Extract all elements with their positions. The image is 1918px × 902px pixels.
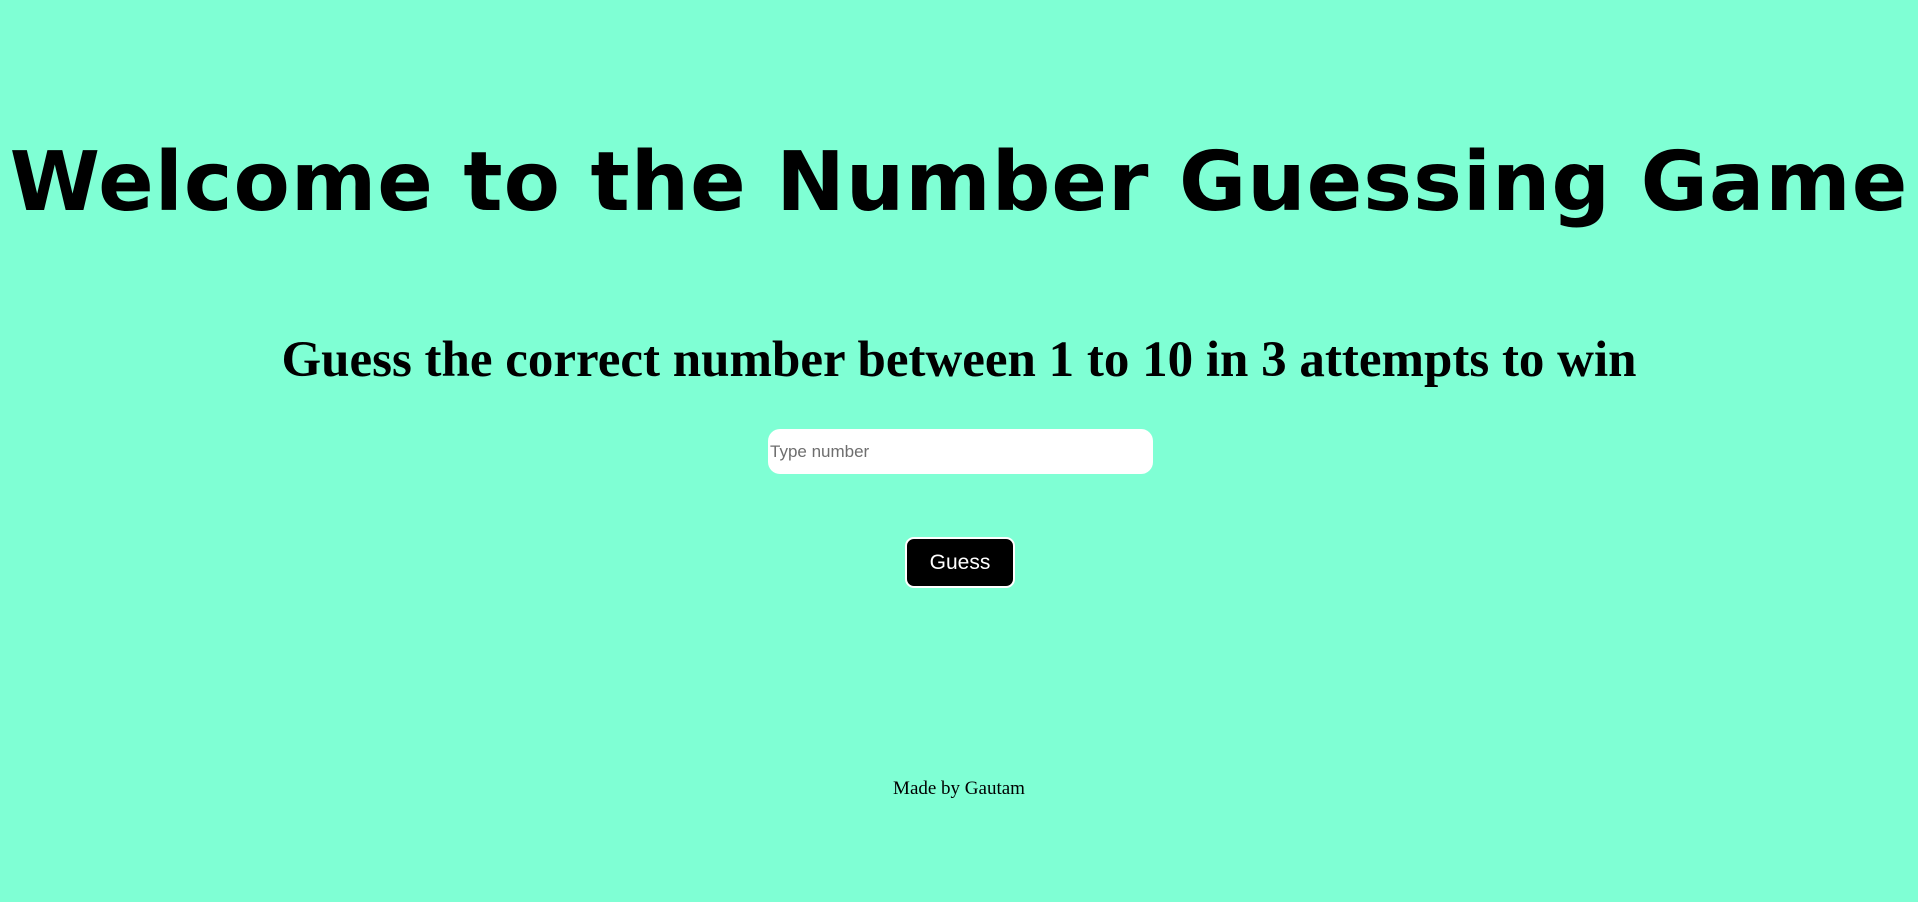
guess-number-input[interactable]: [768, 429, 1153, 474]
guess-button[interactable]: Guess: [905, 537, 1015, 588]
page-title: Welcome to the Number Guessing Game: [9, 135, 1909, 230]
game-instructions: Guess the correct number between 1 to 10…: [281, 332, 1637, 388]
footer-credit: Made by Gautam: [893, 778, 1025, 799]
